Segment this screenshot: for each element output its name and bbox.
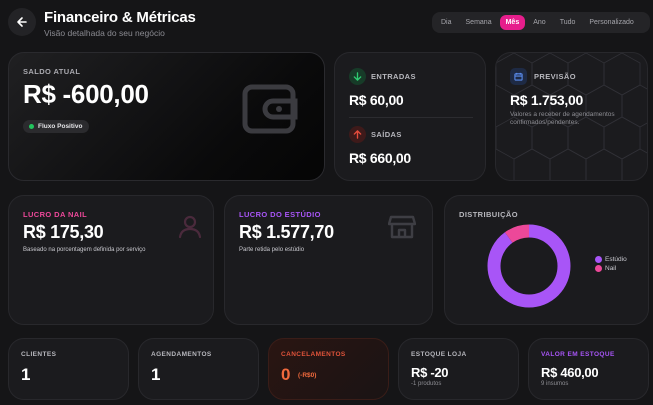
stock-value-sub: 9 insumos [541,381,569,387]
clients-card: CLIENTES 1 [8,338,129,400]
distribution-donut [487,224,571,308]
balance-value: R$ -600,00 [23,79,149,109]
legend: Estúdio Nail [595,256,627,272]
entradas-icon-wrap [349,68,366,85]
period-dia[interactable]: Dia [435,15,458,30]
status-badge-text: Fluxo Positivo [38,123,83,130]
store-icon [388,215,416,239]
cashflow-divider [349,117,473,118]
arrow-left-icon [17,17,27,27]
nail-profit-card: LUCRO DA NAIL R$ 175,30 Baseado na porce… [8,195,214,325]
legend-item-estudio: Estúdio [595,256,627,263]
legend-label-nail: Nail [605,265,617,272]
back-button[interactable] [8,8,36,36]
forecast-description-line2: confirmados/pendentes. [510,119,580,126]
appointments-label: AGENDAMENTOS [151,351,212,358]
cancellations-card: CANCELAMENTOS 0 (-R$0) [268,338,389,400]
saidas-icon-wrap [349,126,366,143]
period-semana[interactable]: Semana [460,15,498,30]
nail-profit-description: Baseado na porcentagem definida por serv… [23,247,146,253]
arrow-down-icon [353,72,362,81]
forecast-label: PREVISÃO [534,72,576,81]
cancellations-sub: (-R$0) [298,372,317,379]
cancellations-value: 0 [281,365,291,384]
appointments-value: 1 [151,365,161,384]
entradas-value: R$ 60,00 [349,92,404,108]
store-stock-card: ESTOQUE LOJA R$ -20 -1 produtos [398,338,519,400]
nail-profit-label: LUCRO DA NAIL [23,210,88,219]
studio-profit-card: LUCRO DO ESTÚDIO R$ 1.577,70 Parte retid… [224,195,433,325]
legend-swatch-estudio [595,256,602,263]
store-stock-value: R$ -20 [411,365,449,380]
stock-value-value: R$ 460,00 [541,365,599,380]
forecast-card: PREVISÃO R$ 1.753,00 Valores a receber d… [495,52,648,181]
entradas-label: ENTRADAS [371,72,416,81]
wallet-icon [242,84,298,134]
appointments-card: AGENDAMENTOS 1 [138,338,259,400]
distribution-card: DISTRIBUIÇÃO Estúdio Nail [444,195,649,325]
studio-profit-description: Parte retida pelo estúdio [239,247,305,253]
page-title: Financeiro & Métricas [44,9,196,26]
cashflow-card: ENTRADAS R$ 60,00 SAÍDAS R$ 660,00 [334,52,486,181]
period-mes[interactable]: Mês [499,15,526,30]
clients-label: CLIENTES [21,351,57,358]
balance-label: SALDO ATUAL [23,67,81,76]
legend-swatch-nail [595,265,602,272]
period-ano[interactable]: Ano [527,15,551,30]
saidas-value: R$ 660,00 [349,150,411,166]
finance-page: Financeiro & Métricas Visão detalhada do… [0,0,653,405]
balance-card: SALDO ATUAL R$ -600,00 Fluxo Positivo [8,52,325,181]
calendar-icon [514,72,523,81]
nail-profit-value: R$ 175,30 [23,222,104,242]
studio-profit-label: LUCRO DO ESTÚDIO [239,210,321,219]
stock-value-card: VALOR EM ESTOQUE R$ 460,00 9 insumos [528,338,649,400]
status-dot [29,124,34,129]
arrow-up-icon [353,130,362,139]
clients-value: 1 [21,365,31,384]
period-tudo[interactable]: Tudo [554,15,582,30]
legend-label-estudio: Estúdio [605,256,627,263]
calendar-icon-wrap [510,68,527,85]
store-stock-label: ESTOQUE LOJA [411,351,467,358]
user-icon [178,215,202,239]
cancellations-label: CANCELAMENTOS [281,351,346,358]
stock-value-label: VALOR EM ESTOQUE [541,351,615,358]
page-subtitle: Visão detalhada do seu negócio [44,28,165,38]
studio-profit-value: R$ 1.577,70 [239,222,334,242]
forecast-value: R$ 1.753,00 [510,92,583,108]
store-stock-sub: -1 produtos [411,381,442,387]
distribution-label: DISTRIBUIÇÃO [459,210,518,219]
status-badge: Fluxo Positivo [23,120,90,133]
period-selector: Dia Semana Mês Ano Tudo Personalizado [432,12,650,33]
period-personalizado[interactable]: Personalizado [583,15,639,30]
forecast-description-line1: Valores a receber de agendamentos [510,111,615,118]
donut-segment-estudio [487,224,571,308]
saidas-label: SAÍDAS [371,130,402,139]
legend-item-nail: Nail [595,265,627,272]
